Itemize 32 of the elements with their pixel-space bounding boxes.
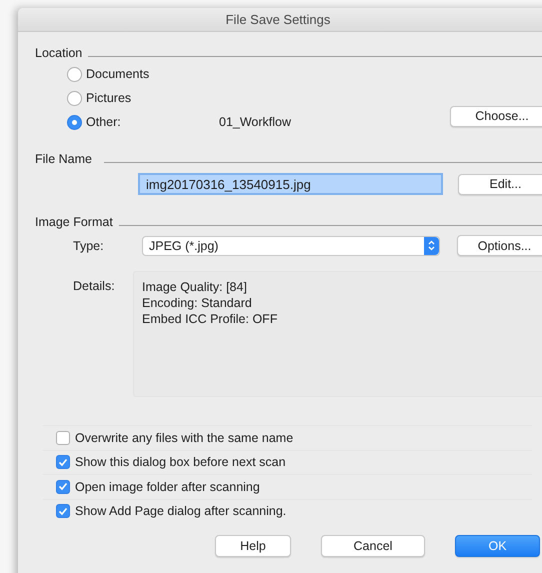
option-label: Show this dialog box before next scan [75,455,286,470]
file-name-field[interactable]: img20170316_13540915.jpg [138,173,443,195]
section-label: File Name [35,152,92,166]
checkbox[interactable] [56,455,70,470]
checkmark-icon [58,458,68,467]
detail-line: Embed ICC Profile: OFF [142,311,278,327]
folder-name: 01_Workflow [219,115,292,129]
checkmark-icon [58,506,68,516]
section-label: Image Format [35,215,113,229]
type-dropdown[interactable]: JPEG (*.jpg) [142,236,440,256]
option-label: Open image folder after scanning [75,480,260,494]
checkbox[interactable] [56,430,70,445]
choose-button[interactable]: Choose... [450,106,542,126]
stepper-icon [424,236,439,254]
dialog-button[interactable]: Help [215,535,291,557]
radio-option[interactable]: Pictures [67,90,217,106]
options-button[interactable]: Options... [457,235,542,256]
edit-button[interactable]: Edit... [458,174,542,194]
details-label: Details: [73,279,116,295]
option-label: Overwrite any files with the same name [75,430,294,445]
option-label: Show Add Page dialog after scanning. [75,504,286,518]
radio-option[interactable]: Other: [67,114,217,130]
radio-option[interactable]: Documents [67,66,217,82]
type-label: Type: [73,238,105,252]
checkmark-icon [58,482,68,492]
detail-line: Image Quality: [84] [142,279,248,295]
checkbox[interactable] [56,504,70,518]
detail-line: Encoding: Standard [142,295,253,311]
window-title: File Save Settings [226,12,330,27]
dialog-button[interactable]: Cancel [321,535,425,557]
checkbox[interactable] [56,480,70,494]
section-label: Location [35,46,82,60]
